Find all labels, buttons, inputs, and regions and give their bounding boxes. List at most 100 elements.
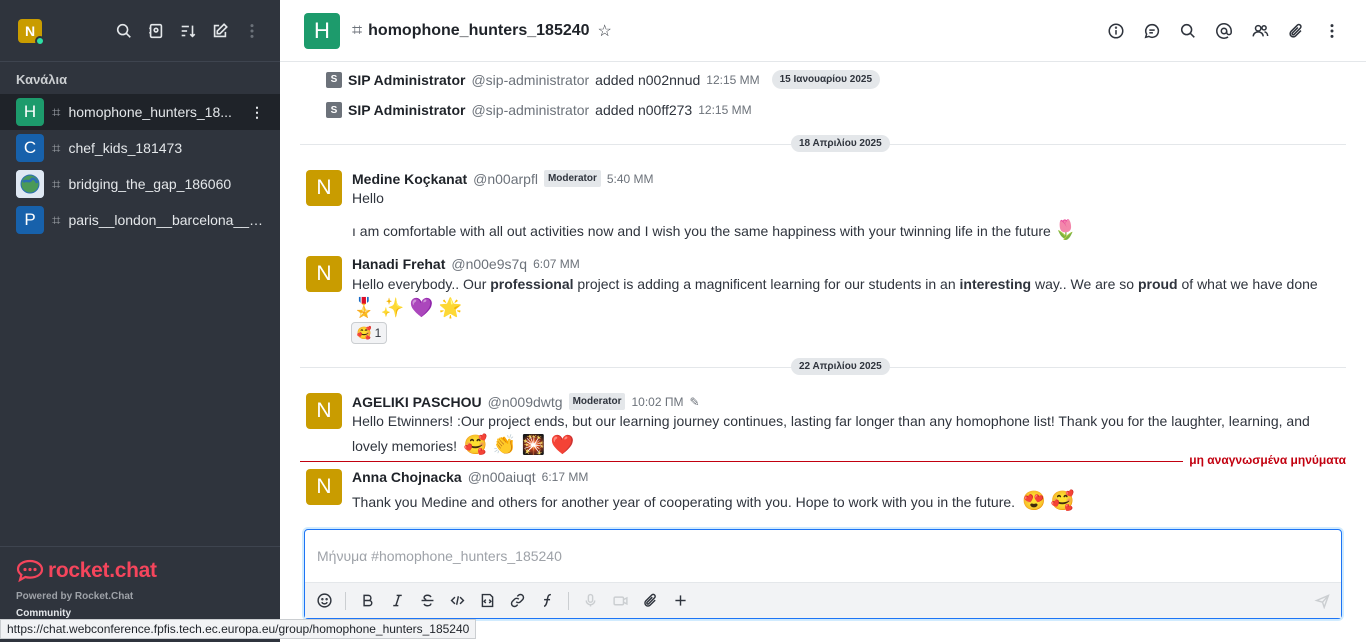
system-message: S SIP Administrator @sip-administrator a…: [326, 102, 752, 118]
discussions-icon[interactable]: [1142, 21, 1162, 41]
attachment-icon[interactable]: [641, 592, 659, 610]
kebab-menu-icon[interactable]: [1322, 21, 1342, 41]
user-avatar-initial: N: [24, 22, 36, 39]
powered-by-text: Powered by Rocket.Chat: [16, 591, 134, 602]
message-text: lovely memories!: [352, 438, 458, 454]
room-info-icon[interactable]: [1106, 21, 1126, 41]
online-status-dot: [35, 35, 45, 46]
system-avatar: S: [326, 102, 342, 118]
message-username[interactable]: Hanadi Frehat: [352, 256, 445, 272]
plus-icon[interactable]: [671, 592, 689, 610]
channel-name: chef_kids_181473: [68, 140, 183, 156]
user-avatar[interactable]: N: [18, 18, 45, 46]
message-time: 12:15 MM: [698, 103, 752, 117]
message-emojis: 🥰 👏 🎇 ❤️: [463, 435, 575, 456]
channel-menu-icon[interactable]: ⋮: [250, 104, 264, 121]
message-avatar[interactable]: N: [306, 256, 342, 292]
message-item: N Hanadi Frehat @n00e9s7q 6:07 MM Hello …: [306, 256, 1346, 346]
message-avatar[interactable]: N: [306, 170, 342, 206]
rocket-chat-logo: rocket.chat: [16, 559, 264, 583]
sidebar-item-paris-london-barcelona[interactable]: P ⌗ paris__london__barcelona___...: [0, 202, 280, 238]
message-list[interactable]: S SIP Administrator @sip-administrator a…: [280, 62, 1366, 528]
message-avatar[interactable]: N: [306, 393, 342, 429]
message-time: 10:02 ΠΜ: [631, 394, 684, 409]
formula-icon[interactable]: [538, 592, 556, 610]
message-text: Hello: [352, 190, 384, 206]
search-messages-icon[interactable]: [1178, 21, 1198, 41]
files-attachment-icon[interactable]: [1286, 21, 1306, 41]
channel-name: bridging_the_gap_186060: [68, 176, 232, 192]
room-avatar[interactable]: H: [304, 12, 340, 49]
private-channel-icon: ⌗: [52, 175, 61, 193]
message-handle: @sip-administrator: [471, 71, 590, 88]
channel-avatar: H: [16, 98, 44, 126]
community-text: Community: [16, 608, 71, 619]
message-handle: @n00arpfl: [473, 170, 538, 187]
message-handle: @n00aiuqt: [467, 469, 536, 485]
favorite-star-icon[interactable]: ☆: [598, 21, 612, 41]
link-icon[interactable]: [508, 592, 526, 610]
video-camera-icon[interactable]: [611, 592, 629, 610]
message-text-line: Thank you Medine and others for another …: [352, 489, 1075, 513]
strikethrough-icon[interactable]: [418, 592, 436, 610]
date-divider-label: 18 Απριλίου 2025: [791, 135, 890, 152]
create-new-icon[interactable]: [210, 21, 230, 41]
message-username[interactable]: AGELIKI PASCHOU: [352, 394, 482, 410]
tulip-emoji: 🌷: [1053, 220, 1078, 241]
message-text: Hello Etwinners! :Our project ends, but …: [352, 413, 1310, 429]
message-text-line: lovely memories! 🥰 👏 🎇 ❤️: [352, 433, 574, 457]
message-text-line: ı am comfortable with all out activities…: [352, 218, 1077, 242]
message-text-line: Hello everybody.. Our professional proje…: [352, 276, 1318, 292]
bold-icon[interactable]: [358, 592, 376, 610]
rocket-chat-logo-text: rocket.chat: [48, 559, 157, 582]
emoji-picker-icon[interactable]: [315, 592, 333, 610]
room-toolbar: [1106, 21, 1342, 41]
message-header: Hanadi Frehat @n00e9s7q 6:07 MM: [352, 256, 580, 272]
message-username[interactable]: SIP Administrator: [348, 102, 465, 118]
message-composer: [304, 529, 1342, 619]
reaction-button[interactable]: 🥰 1: [351, 322, 387, 344]
code-block-icon[interactable]: [478, 592, 496, 610]
message-username[interactable]: SIP Administrator: [348, 72, 465, 88]
unread-divider: μη αναγνωσμένα μηνύματα: [300, 453, 1346, 467]
message-text: Hello everybody.. Our: [352, 276, 491, 292]
italic-icon[interactable]: [388, 592, 406, 610]
sidebar-item-homophone-hunters[interactable]: H ⌗ homophone_hunters_18... ⋮: [0, 94, 280, 130]
bold-text: proud: [1137, 276, 1178, 292]
microphone-icon[interactable]: [581, 592, 599, 610]
date-divider: 22 Απριλίου 2025: [300, 358, 1346, 375]
browser-status-url: https://chat.webconference.fpfis.tech.ec…: [0, 619, 477, 639]
composer-input-wrap: [305, 530, 1341, 582]
message-item: N Medine Koçkanat @n00arpfl Moderator 5:…: [306, 170, 1346, 242]
message-text: of what we have done: [1177, 276, 1318, 292]
rocket-chat-logo-icon: [16, 559, 44, 583]
sidebar-tools: [114, 21, 262, 41]
more-options-icon[interactable]: [242, 21, 262, 41]
message-time: 12:15 MM: [706, 72, 760, 87]
send-icon[interactable]: [1313, 592, 1331, 610]
message-input[interactable]: [317, 548, 1329, 564]
mentions-icon[interactable]: [1214, 21, 1234, 41]
members-icon[interactable]: [1250, 21, 1270, 41]
message-handle: @n00e9s7q: [451, 256, 528, 272]
search-icon[interactable]: [114, 21, 134, 41]
sort-icon[interactable]: [178, 21, 198, 41]
message-text: way.. We are so: [1031, 276, 1138, 292]
message-avatar[interactable]: N: [306, 469, 342, 505]
message-emojis: 😍 🥰: [1021, 491, 1075, 512]
date-divider: 18 Απριλίου 2025: [300, 135, 1346, 152]
sidebar-item-bridging-the-gap[interactable]: ⌗ bridging_the_gap_186060: [0, 166, 280, 202]
message-handle: @sip-administrator: [471, 102, 590, 118]
message-username[interactable]: Medine Koçkanat: [352, 171, 467, 187]
message-item: N Anna Chojnacka @n00aiuqt 6:17 MM Thank…: [306, 469, 1346, 521]
message-time: 5:40 MM: [606, 171, 654, 186]
reaction-count: 1: [374, 326, 382, 340]
message-username[interactable]: Anna Chojnacka: [352, 469, 462, 485]
private-channel-icon: ⌗: [352, 20, 363, 40]
directory-icon[interactable]: [146, 21, 166, 41]
composer-toolbar: [305, 582, 1341, 618]
date-divider-label: 22 Απριλίου 2025: [791, 358, 890, 375]
sidebar-item-chef-kids[interactable]: C ⌗ chef_kids_181473: [0, 130, 280, 166]
message-header: AGELIKI PASCHOU @n009dwtg Moderator 10:0…: [352, 393, 700, 410]
inline-code-icon[interactable]: [448, 592, 466, 610]
